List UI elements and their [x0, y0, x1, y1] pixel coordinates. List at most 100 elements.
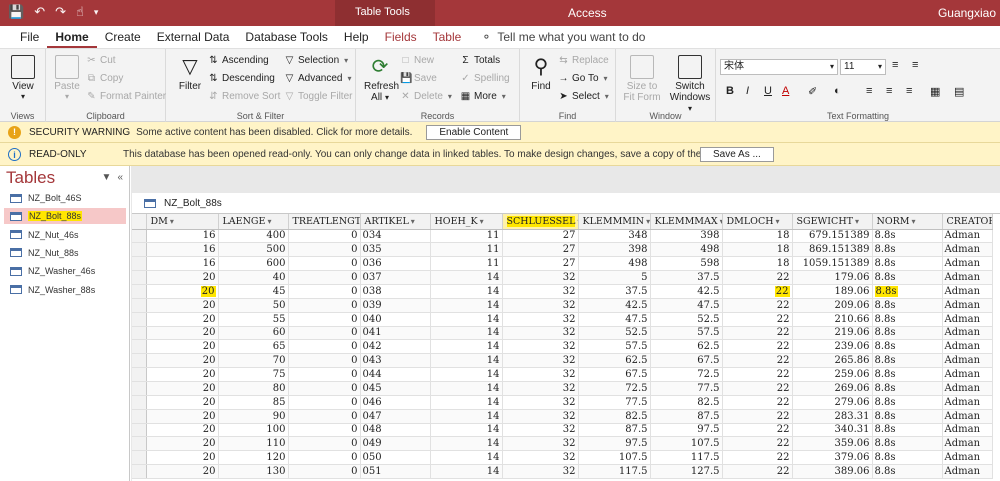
table-cell[interactable]: 16 — [146, 229, 219, 244]
table-cell[interactable]: 14 — [430, 395, 503, 410]
table-row[interactable]: 20 70 0 043 14 32 62.5 67.5 22 265.86 8.8s Adman — [132, 353, 993, 369]
table-cell[interactable]: 11 — [430, 256, 503, 272]
table-cell[interactable]: 0 — [288, 464, 361, 479]
table-row[interactable]: 20 130 0 051 14 32 117.5 127.5 22 389.06 8.8s Adman — [132, 464, 993, 479]
alt-row-color-button[interactable]: ▤ — [954, 85, 964, 98]
table-row[interactable]: 16 400 0 034 11 27 348 398 18 679.151389 8.8s Adman — [132, 229, 993, 244]
delete-record-button[interactable]: ✕ Delete ▾ — [400, 91, 452, 102]
table-cell[interactable]: 22 — [722, 312, 793, 327]
column-header[interactable]: NORM ▾ — [872, 214, 943, 230]
size-to-fit-form-button[interactable]: Size to Fit Form — [622, 55, 662, 103]
save-as-button[interactable]: Save As ... — [700, 146, 774, 162]
table-cell[interactable]: 32 — [502, 339, 579, 355]
tab-help[interactable]: Help — [336, 26, 377, 48]
table-cell[interactable]: 97.5 — [578, 436, 651, 452]
table-cell[interactable]: 348 — [578, 229, 651, 244]
table-cell[interactable]: 14 — [430, 423, 503, 438]
table-cell[interactable]: 219.06 — [792, 326, 873, 341]
table-cell[interactable]: 283.31 — [792, 409, 873, 424]
table-cell[interactable]: 11 — [430, 229, 503, 244]
table-cell[interactable]: 210.66 — [792, 312, 873, 327]
table-cell[interactable]: 20 — [146, 381, 219, 396]
datasheet[interactable]: DM▾LAENGE▾TREATLENGT▾ARTIKEL▾HOEH_K▾SCHL… — [132, 214, 1000, 481]
table-cell[interactable]: 046 — [360, 395, 431, 410]
table-cell[interactable]: 042 — [360, 339, 431, 355]
table-cell[interactable]: 22 — [722, 353, 793, 369]
table-cell[interactable]: 27 — [502, 242, 579, 258]
row-selector[interactable] — [132, 326, 147, 341]
nav-item[interactable]: NZ_Nut_88s — [4, 245, 126, 261]
toggle-filter-button[interactable]: ▽ Toggle Filter — [284, 91, 353, 102]
row-selector[interactable] — [132, 464, 147, 479]
column-header[interactable]: HOEH_K ▾ — [430, 214, 503, 230]
table-cell[interactable]: 52.5 — [650, 312, 723, 327]
table-cell[interactable]: 0 — [288, 381, 361, 396]
table-row[interactable]: 20 110 0 049 14 32 97.5 107.5 22 359.06 8.8s Adman — [132, 436, 993, 452]
totals-button[interactable]: Σ Totals — [460, 55, 500, 66]
table-cell[interactable]: 14 — [430, 436, 503, 452]
table-cell[interactable]: 389.06 — [792, 464, 873, 479]
spelling-button[interactable]: ✓ Spelling — [460, 73, 509, 84]
table-row[interactable]: 16 600 0 036 11 27 498 598 18 1059.151389 8.8s Adma… — [132, 256, 993, 272]
table-cell[interactable]: 14 — [430, 312, 503, 327]
table-cell[interactable]: 127.5 — [650, 464, 723, 479]
table-cell[interactable]: Adman — [942, 367, 993, 382]
column-header[interactable]: SGEWICHT ▾ — [792, 214, 873, 230]
remove-sort-button[interactable]: ⇵ Remove Sort — [208, 91, 280, 102]
table-cell[interactable]: 8.8s — [872, 242, 943, 258]
table-cell[interactable]: 27 — [502, 256, 579, 272]
table-cell[interactable]: 32 — [502, 409, 579, 424]
table-cell[interactable]: 90 — [218, 409, 289, 424]
table-cell[interactable]: 20 — [146, 326, 219, 341]
table-cell[interactable]: 32 — [502, 450, 579, 466]
table-cell[interactable]: 20 — [146, 464, 219, 479]
table-cell[interactable]: 16 — [146, 242, 219, 258]
table-cell[interactable]: 179.06 — [792, 270, 873, 285]
table-cell[interactable]: 11 — [430, 242, 503, 258]
table-cell[interactable]: 62.5 — [650, 339, 723, 355]
undo-icon[interactable]: ↶ — [34, 4, 45, 20]
table-row[interactable]: 16 500 0 035 11 27 398 498 18 869.151389 8.8s Adman — [132, 242, 993, 258]
table-cell[interactable]: 47.5 — [578, 312, 651, 327]
table-cell[interactable]: 32 — [502, 298, 579, 313]
bold-button[interactable]: B — [726, 85, 734, 97]
table-cell[interactable]: Adman — [942, 270, 993, 285]
table-cell[interactable]: 72.5 — [650, 367, 723, 382]
tell-me-box[interactable]: ⚬ Tell me what you want to do — [469, 30, 645, 44]
column-header[interactable]: KLEMMMAX▾ — [650, 214, 723, 230]
switch-windows-button[interactable]: Switch Windows ▾ — [668, 55, 712, 114]
column-header[interactable]: SCHLUESSEL▾ — [502, 214, 579, 230]
table-cell[interactable]: 8.8s — [872, 450, 943, 466]
row-selector[interactable] — [132, 339, 147, 355]
column-header[interactable]: DMLOCH ▾ — [722, 214, 793, 230]
table-row[interactable]: 20 65 0 042 14 32 57.5 62.5 22 239.06 8.8s Adman — [132, 339, 993, 355]
new-record-button[interactable]: □ New — [400, 55, 434, 66]
security-warning-message[interactable]: Some active content has been disabled. C… — [136, 127, 412, 138]
column-header[interactable]: TREATLENGT▾ — [288, 214, 361, 230]
table-cell[interactable]: Adman — [942, 326, 993, 341]
table-cell[interactable]: 55 — [218, 312, 289, 327]
table-cell[interactable]: 20 — [146, 395, 219, 410]
table-cell[interactable]: 22 — [722, 423, 793, 438]
row-selector[interactable] — [132, 423, 147, 438]
table-cell[interactable]: 034 — [360, 229, 431, 244]
table-cell[interactable]: 8.8s — [872, 284, 943, 299]
table-cell[interactable]: 0 — [288, 395, 361, 410]
table-cell[interactable]: 80 — [218, 381, 289, 396]
column-dropdown-icon[interactable]: ▾ — [776, 217, 780, 226]
document-tab[interactable]: NZ_Bolt_88s — [132, 193, 1000, 214]
table-cell[interactable]: Adman — [942, 284, 993, 299]
column-dropdown-icon[interactable]: ▾ — [267, 217, 271, 226]
table-cell[interactable]: 32 — [502, 436, 579, 452]
table-cell[interactable]: 67.5 — [650, 353, 723, 369]
table-cell[interactable]: 100 — [218, 423, 289, 438]
table-cell[interactable]: 050 — [360, 450, 431, 466]
table-cell[interactable]: 8.8s — [872, 423, 943, 438]
table-cell[interactable]: 97.5 — [650, 423, 723, 438]
row-selector[interactable] — [132, 395, 147, 410]
table-cell[interactable]: Adman — [942, 450, 993, 466]
table-cell[interactable]: 20 — [146, 436, 219, 452]
table-cell[interactable]: 47.5 — [650, 298, 723, 313]
table-cell[interactable]: 22 — [722, 284, 793, 299]
table-cell[interactable]: 42.5 — [578, 298, 651, 313]
